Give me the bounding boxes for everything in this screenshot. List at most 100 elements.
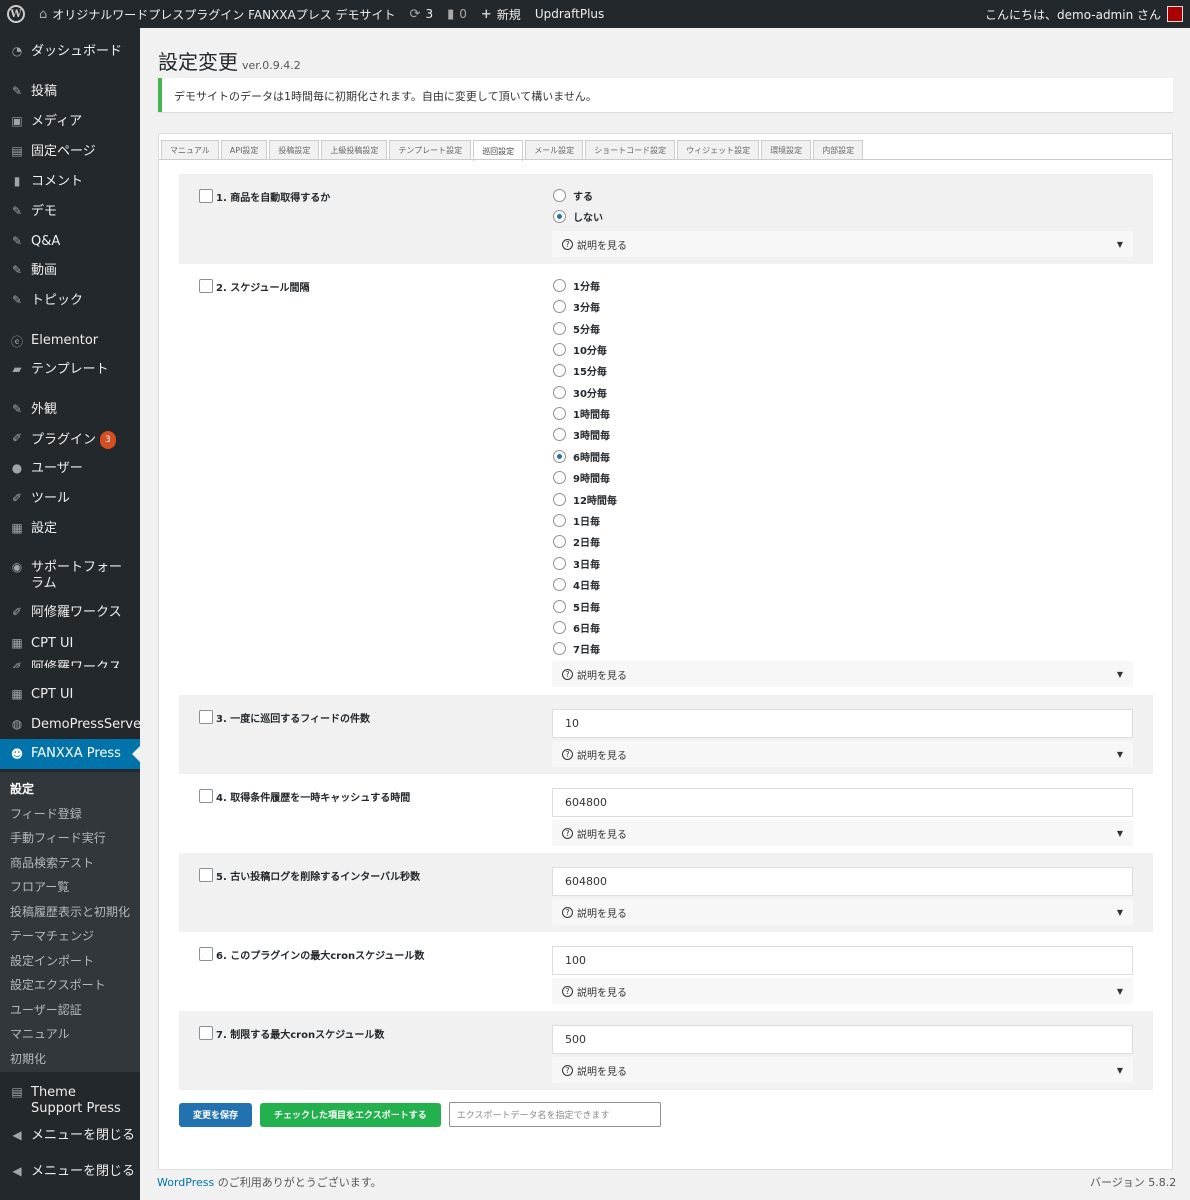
cache-time-input[interactable]: 604800 [552, 788, 1133, 817]
submenu-user-auth[interactable]: ユーザー認証 [10, 1001, 82, 1018]
details-toggle[interactable]: ? 説明を見る ▼ [552, 978, 1133, 1004]
radio-option[interactable]: 12時間毎 [553, 492, 617, 507]
wp-logo-menu[interactable]: W [0, 0, 32, 28]
tab-shortcode[interactable]: ショートコード設定 [585, 140, 676, 160]
menu-topic[interactable]: ✎ トピック [0, 293, 140, 309]
details-toggle[interactable]: ? 説明を見る ▼ [552, 231, 1133, 257]
tab-post[interactable]: 投稿設定 [269, 140, 320, 160]
radio-option[interactable]: しない [553, 209, 603, 224]
submenu-manual-feed[interactable]: 手動フィード実行 [10, 829, 106, 846]
wordpress-link[interactable]: WordPress [157, 1176, 214, 1189]
limit-cron-input[interactable]: 500 [552, 1025, 1133, 1054]
radio-option[interactable]: 2日毎 [553, 534, 600, 549]
submenu-settings-import[interactable]: 設定インポート [10, 952, 94, 969]
details-toggle[interactable]: ? 説明を見る ▼ [552, 820, 1133, 846]
radio-option[interactable]: 3時間毎 [553, 427, 610, 442]
tab-template[interactable]: テンプレート設定 [389, 140, 472, 160]
radio-option[interactable]: 9時間毎 [553, 470, 610, 485]
comments-menu[interactable]: ▮ 0 [440, 0, 474, 28]
menu-comments[interactable]: ▮ コメント [0, 174, 140, 190]
menu-video[interactable]: ✎ 動画 [0, 263, 140, 279]
menu-settings[interactable]: ▦ 設定 [0, 521, 140, 537]
radio-option[interactable]: 10分毎 [553, 342, 607, 357]
radio-option[interactable]: 5分毎 [553, 321, 600, 336]
export-checked-button[interactable]: チェックした項目をエクスポートする [260, 1102, 441, 1127]
feed-count-input[interactable]: 10 [552, 709, 1133, 738]
site-name-menu[interactable]: ⌂ オリジナルワードプレスプラグイン FANXXAプレス デモサイト [32, 0, 403, 28]
radio-option[interactable]: 1時間毎 [553, 406, 610, 421]
submenu-manual[interactable]: マニュアル [10, 1025, 70, 1042]
setting-label: 4. 取得条件履歴を一時キャッシュする時間 [216, 793, 411, 804]
max-cron-input[interactable]: 100 [552, 946, 1133, 975]
details-toggle[interactable]: ? 説明を見る ▼ [552, 1057, 1133, 1083]
menu-demopressserver[interactable]: ◍ DemoPressServer [0, 717, 147, 733]
menu-users[interactable]: ● ユーザー [0, 461, 140, 477]
menu-templates[interactable]: ▰ テンプレート [0, 362, 140, 378]
menu-cpt-ui-2[interactable]: ▦ CPT UI [0, 687, 140, 703]
submenu-product-search-test[interactable]: 商品検索テスト [10, 854, 94, 871]
menu-plugins[interactable]: ✐ プラグイン 3 [0, 431, 140, 449]
tab-advanced-post[interactable]: 上級投稿設定 [321, 140, 388, 160]
submenu-theme-change[interactable]: テーマチェンジ [10, 927, 94, 944]
radio-option[interactable]: 3日毎 [553, 556, 600, 571]
radio-option[interactable]: 4日毎 [553, 577, 600, 592]
radio-option[interactable]: 15分毎 [553, 363, 607, 378]
log-interval-input[interactable]: 604800 [552, 867, 1133, 896]
details-toggle[interactable]: ? 説明を見る ▼ [552, 741, 1133, 767]
radio-option[interactable]: 1分毎 [553, 278, 600, 293]
menu-dashboard[interactable]: ◔ ダッシュボード [0, 44, 140, 60]
menu-support-forum[interactable]: ◉ サポートフォーラム [0, 560, 140, 592]
menu-media[interactable]: ▣ メディア [0, 114, 140, 130]
setting-checkbox[interactable] [199, 868, 213, 882]
radio-option[interactable]: 3分毎 [553, 299, 600, 314]
menu-demo[interactable]: ✎ デモ [0, 204, 140, 220]
setting-checkbox[interactable] [199, 279, 213, 293]
tab-widget[interactable]: ウィジェット設定 [677, 140, 760, 160]
radio-option[interactable]: 1日毎 [553, 513, 600, 528]
menu-posts[interactable]: ✎ 投稿 [0, 84, 140, 100]
menu-tools[interactable]: ✐ ツール [0, 491, 140, 507]
radio-option[interactable]: 6時間毎 [553, 449, 610, 464]
details-toggle[interactable]: ? 説明を見る ▼ [552, 661, 1133, 687]
collapse-menu-button-2[interactable]: ◀ メニューを閉じる [0, 1164, 140, 1180]
submenu-post-history[interactable]: 投稿履歴表示と初期化 [10, 903, 130, 920]
menu-qa[interactable]: ✎ Q&A [0, 234, 140, 250]
radio-option[interactable]: 6日毎 [553, 620, 600, 635]
menu-pages[interactable]: ▤ 固定ページ [0, 144, 140, 160]
radio-option[interactable]: 30分毎 [553, 385, 607, 400]
tab-environment[interactable]: 環境設定 [761, 140, 812, 160]
details-toggle[interactable]: ? 説明を見る ▼ [552, 899, 1133, 925]
tab-manual[interactable]: マニュアル [161, 140, 219, 160]
menu-theme-support-press[interactable]: ▤ Theme Support Press [0, 1085, 140, 1117]
tab-internal[interactable]: 内部設定 [813, 140, 864, 160]
account-menu[interactable]: こんにちは、demo-admin さん [978, 0, 1190, 28]
tab-patrol[interactable]: 巡回設定 [473, 140, 524, 161]
submenu-initialize[interactable]: 初期化 [10, 1050, 46, 1067]
submenu-settings[interactable]: 設定 [10, 780, 34, 797]
tab-api[interactable]: API設定 [220, 140, 268, 160]
menu-fanxxa-press[interactable]: ☻ FANXXA Press [0, 739, 140, 769]
menu-ashura-works-2[interactable]: ✐ 阿修羅ワークス [0, 660, 140, 668]
radio-option[interactable]: 7日毎 [553, 641, 600, 656]
setting-checkbox[interactable] [199, 189, 213, 203]
menu-appearance[interactable]: ✎ 外観 [0, 402, 140, 418]
setting-checkbox[interactable] [199, 1026, 213, 1040]
submenu-settings-export[interactable]: 設定エクスポート [10, 976, 106, 993]
menu-cpt-ui[interactable]: ▦ CPT UI [0, 636, 140, 652]
tab-mail[interactable]: メール設定 [525, 140, 584, 160]
updates-menu[interactable]: ⟳ 3 [403, 0, 441, 28]
new-content-menu[interactable]: + 新規 [474, 0, 528, 28]
radio-option[interactable]: 5日毎 [553, 599, 600, 614]
export-name-input[interactable]: エクスポートデータ名を指定できます [448, 1102, 661, 1127]
setting-checkbox[interactable] [199, 789, 213, 803]
save-button[interactable]: 変更を保存 [179, 1102, 253, 1127]
radio-option[interactable]: する [553, 188, 593, 203]
setting-checkbox[interactable] [199, 710, 213, 724]
updraftplus-menu[interactable]: UpdraftPlus [528, 0, 611, 28]
setting-checkbox[interactable] [199, 947, 213, 961]
menu-elementor[interactable]: ⓔ Elementor [0, 333, 140, 350]
submenu-floor-list[interactable]: フロアー覧 [10, 878, 69, 895]
collapse-menu-button[interactable]: ◀ メニューを閉じる [0, 1128, 140, 1144]
submenu-feed-register[interactable]: フィード登録 [10, 805, 82, 822]
menu-ashura-works[interactable]: ✐ 阿修羅ワークス [0, 605, 140, 621]
